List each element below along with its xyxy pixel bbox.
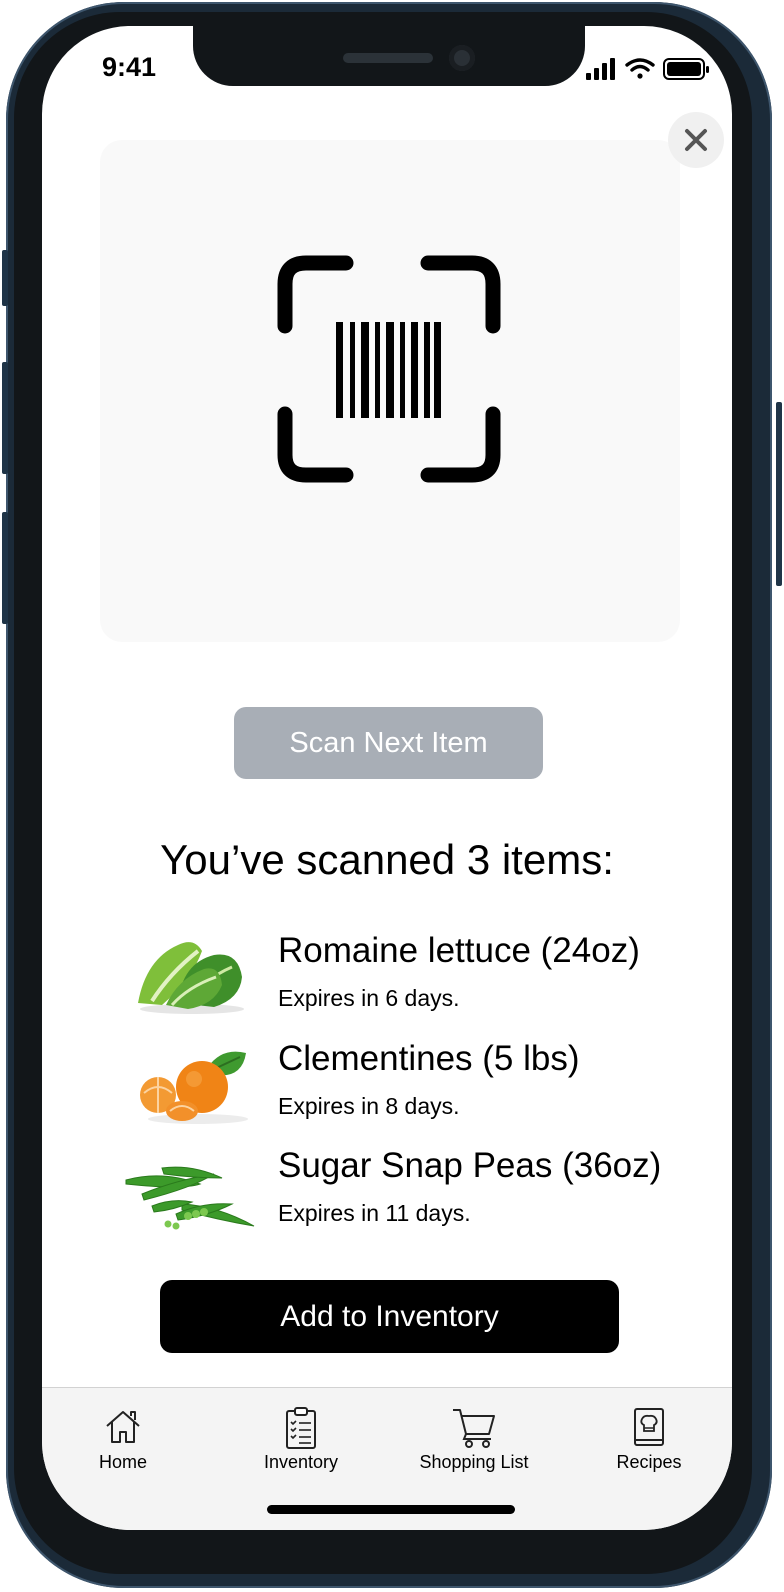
clipboard-icon xyxy=(286,1407,316,1449)
lettuce-image xyxy=(138,942,244,1014)
barcode-scan-icon xyxy=(277,255,501,483)
volume-up-button xyxy=(2,362,8,474)
item-name: Romaine lettuce (24oz) xyxy=(278,931,640,970)
tab-label: Recipes xyxy=(616,1452,682,1472)
tab-label: Shopping List xyxy=(419,1452,529,1472)
notch xyxy=(193,26,585,86)
recipe-book-icon xyxy=(634,1408,664,1446)
status-time: 9:41 xyxy=(102,52,157,82)
scanned-items-heading: You’ve scanned 3 items: xyxy=(160,836,614,883)
speaker xyxy=(343,53,433,63)
home-indicator xyxy=(267,1505,515,1514)
item-expiration: Expires in 8 days. xyxy=(278,1093,460,1119)
tab-recipes[interactable]: Recipes xyxy=(574,1388,724,1488)
item-name: Clementines (5 lbs) xyxy=(278,1039,580,1078)
item-name: Sugar Snap Peas (36oz) xyxy=(278,1146,662,1185)
home-icon xyxy=(106,1411,140,1443)
status-icons xyxy=(582,56,712,82)
battery-icon xyxy=(663,58,709,80)
silent-switch xyxy=(2,250,8,306)
wifi-icon xyxy=(625,58,655,79)
close-icon xyxy=(685,129,707,151)
power-button xyxy=(776,402,782,586)
scanned-item: Clementines (5 lbs) Expires in 8 days. xyxy=(122,1037,722,1137)
signal-icon xyxy=(586,58,615,80)
close-button[interactable] xyxy=(668,112,724,168)
front-camera xyxy=(449,45,475,71)
tab-inventory[interactable]: Inventory xyxy=(226,1388,376,1488)
volume-down-button xyxy=(2,512,8,624)
scanner-viewfinder xyxy=(100,140,680,642)
item-expiration: Expires in 6 days. xyxy=(278,985,460,1011)
tab-label: Home xyxy=(98,1452,147,1472)
scanned-item: Romaine lettuce (24oz) Expires in 6 days… xyxy=(122,929,722,1029)
item-expiration: Expires in 11 days. xyxy=(278,1200,471,1226)
screen: 9:41 Scan Next Item You’ve scanned 3 ite… xyxy=(42,26,732,1530)
clementines-image xyxy=(140,1051,248,1124)
tab-home[interactable]: Home xyxy=(48,1388,198,1488)
tab-shopping-list[interactable]: Shopping List xyxy=(399,1388,549,1488)
scanned-item: Sugar Snap Peas (36oz) Expires in 11 day… xyxy=(122,1144,722,1244)
scan-next-item-button[interactable]: Scan Next Item xyxy=(234,707,543,779)
snap-peas-image xyxy=(125,1166,255,1230)
tab-label: Inventory xyxy=(263,1452,339,1472)
add-to-inventory-button[interactable]: Add to Inventory xyxy=(160,1280,619,1353)
cart-icon xyxy=(453,1409,495,1448)
